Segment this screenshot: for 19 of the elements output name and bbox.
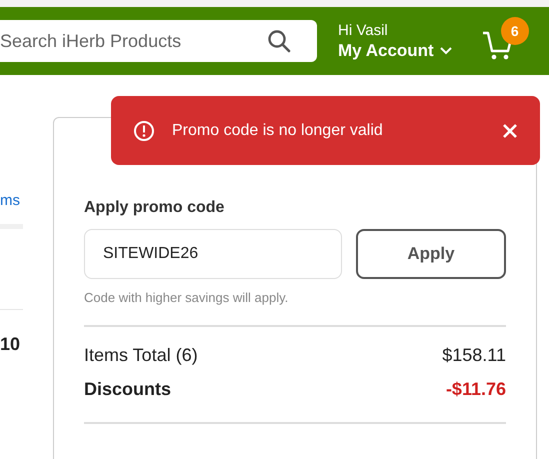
items-link[interactable]: ms	[0, 192, 23, 209]
account-menu-button[interactable]: My Account	[338, 40, 453, 60]
summary-amount: -$11.76	[446, 379, 506, 400]
chevron-down-icon[interactable]	[438, 46, 453, 56]
search-icon[interactable]	[267, 29, 291, 53]
apply-button[interactable]: Apply	[356, 229, 506, 279]
cart-count-badge: 6	[500, 16, 529, 44]
promo-code-label: Apply promo code	[84, 199, 226, 217]
promo-code-field[interactable]: SITEWIDE26	[84, 229, 342, 279]
close-icon[interactable]	[502, 122, 518, 138]
item-value: 10	[0, 334, 22, 355]
summary-label: Discounts	[84, 379, 172, 400]
summary-label: Items Total (6)	[84, 345, 198, 366]
alert-icon	[133, 120, 155, 142]
search-field[interactable]: Search iHerb Products	[0, 20, 317, 62]
toast-message: Promo code is no longer valid	[172, 122, 384, 140]
promo-hint-text: Code with higher savings will apply.	[84, 290, 290, 305]
summary-amount: $158.11	[442, 345, 506, 366]
greeting-text: Hi Vasil	[338, 22, 389, 38]
